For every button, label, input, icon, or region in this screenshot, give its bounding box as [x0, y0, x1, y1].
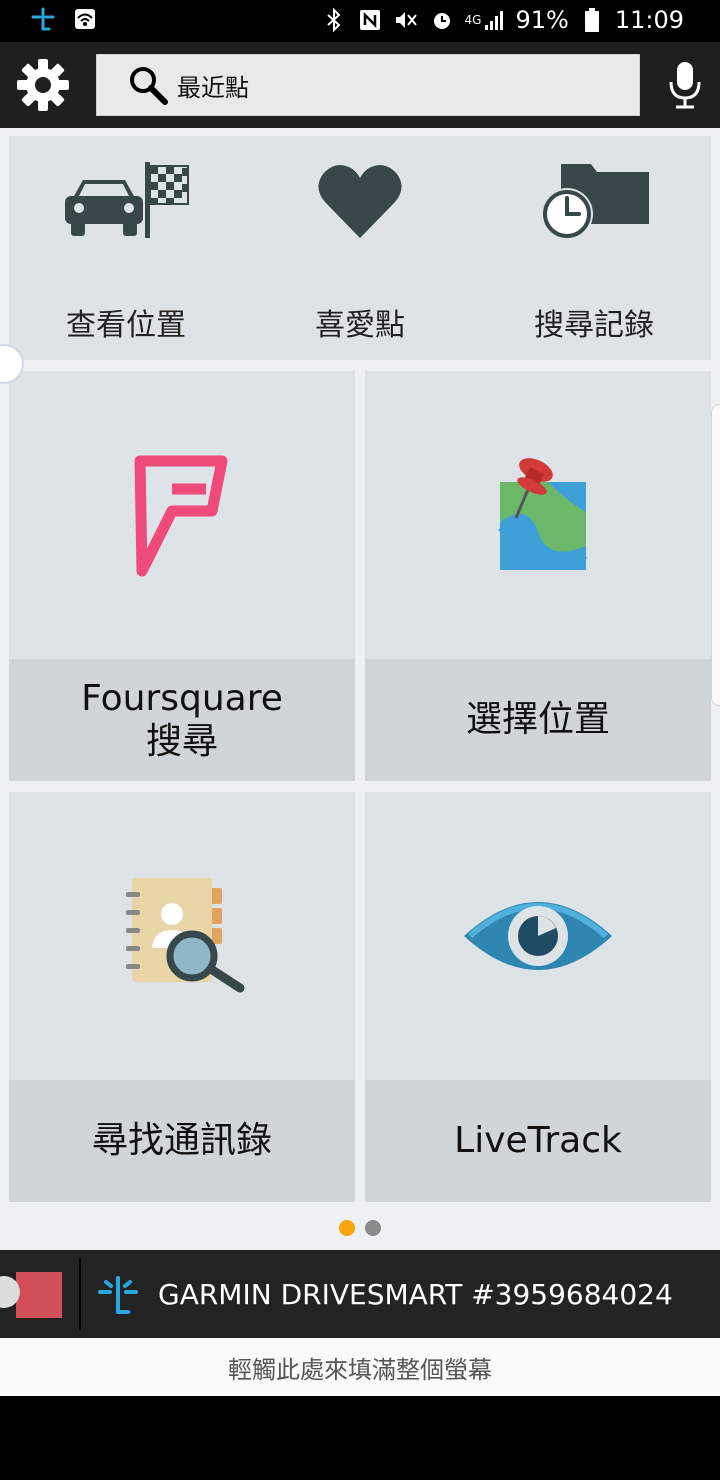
quick-action-favorites[interactable]: 喜愛點 [243, 136, 477, 360]
garmin-logo-icon [98, 1276, 138, 1320]
nfc-icon [357, 7, 383, 33]
navigation-bar-area [0, 1396, 720, 1480]
search-icon [130, 67, 168, 105]
page-dot[interactable] [365, 1220, 381, 1236]
quick-actions-bar: 查看位置 喜愛點 搜尋記錄 [9, 136, 711, 360]
battery-percent: 91% [515, 6, 569, 34]
map-pin-icon [365, 371, 711, 659]
edge-panel-handle[interactable] [711, 404, 720, 706]
eye-icon [365, 792, 711, 1080]
top-toolbar: 最近點 [0, 42, 720, 128]
network-4g-icon: 4G [465, 7, 506, 33]
quick-action-view-location[interactable]: 查看位置 [9, 136, 243, 360]
quick-action-label: 喜愛點 [315, 308, 405, 343]
tile-foursquare-search[interactable]: Foursquare 搜尋 [9, 371, 355, 781]
alarm-icon [429, 7, 455, 33]
fill-screen-prompt[interactable]: 輕觸此處來填滿整個螢幕 [0, 1338, 720, 1396]
device-bar[interactable]: GARMIN DRIVESMART #3959684024 [0, 1250, 720, 1338]
tile-label: 尋找通訊錄 [9, 1080, 355, 1202]
tile-label: LiveTrack [365, 1080, 711, 1202]
status-bar: 4G 91% 11:09 [0, 0, 720, 42]
heart-icon [317, 162, 403, 244]
main-content: 查看位置 喜愛點 搜尋記錄 Foursquare 搜尋 選擇位置 尋找通訊錄 L… [0, 128, 720, 1250]
tile-choose-location[interactable]: 選擇位置 [365, 371, 711, 781]
settings-gear-icon[interactable] [16, 58, 70, 112]
clock-time: 11:09 [614, 6, 684, 34]
bluetooth-icon [321, 7, 347, 33]
foursquare-icon [9, 371, 355, 659]
tile-label: 選擇位置 [365, 659, 711, 781]
car-flag-icon [65, 162, 189, 246]
mute-icon [393, 7, 419, 33]
page-indicator [0, 1220, 720, 1236]
wifi-icon [72, 6, 98, 32]
divider [79, 1258, 81, 1330]
garmin-notification-icon [30, 6, 56, 32]
quick-action-label: 查看位置 [66, 308, 186, 343]
search-label: 最近點 [177, 73, 249, 102]
tile-livetrack[interactable]: LiveTrack [365, 792, 711, 1202]
search-bar[interactable]: 最近點 [96, 54, 640, 116]
quick-action-search-history[interactable]: 搜尋記錄 [477, 136, 711, 360]
battery-icon [579, 7, 605, 33]
microphone-icon[interactable] [666, 60, 704, 112]
tile-label: Foursquare 搜尋 [9, 659, 355, 781]
stop-button[interactable] [16, 1272, 62, 1318]
contacts-search-icon [9, 792, 355, 1080]
quick-action-label: 搜尋記錄 [534, 308, 654, 343]
tile-find-contacts[interactable]: 尋找通訊錄 [9, 792, 355, 1202]
page-dot-active[interactable] [339, 1220, 355, 1236]
clock-folder-icon [539, 162, 651, 246]
device-name: GARMIN DRIVESMART #3959684024 [158, 1278, 673, 1311]
